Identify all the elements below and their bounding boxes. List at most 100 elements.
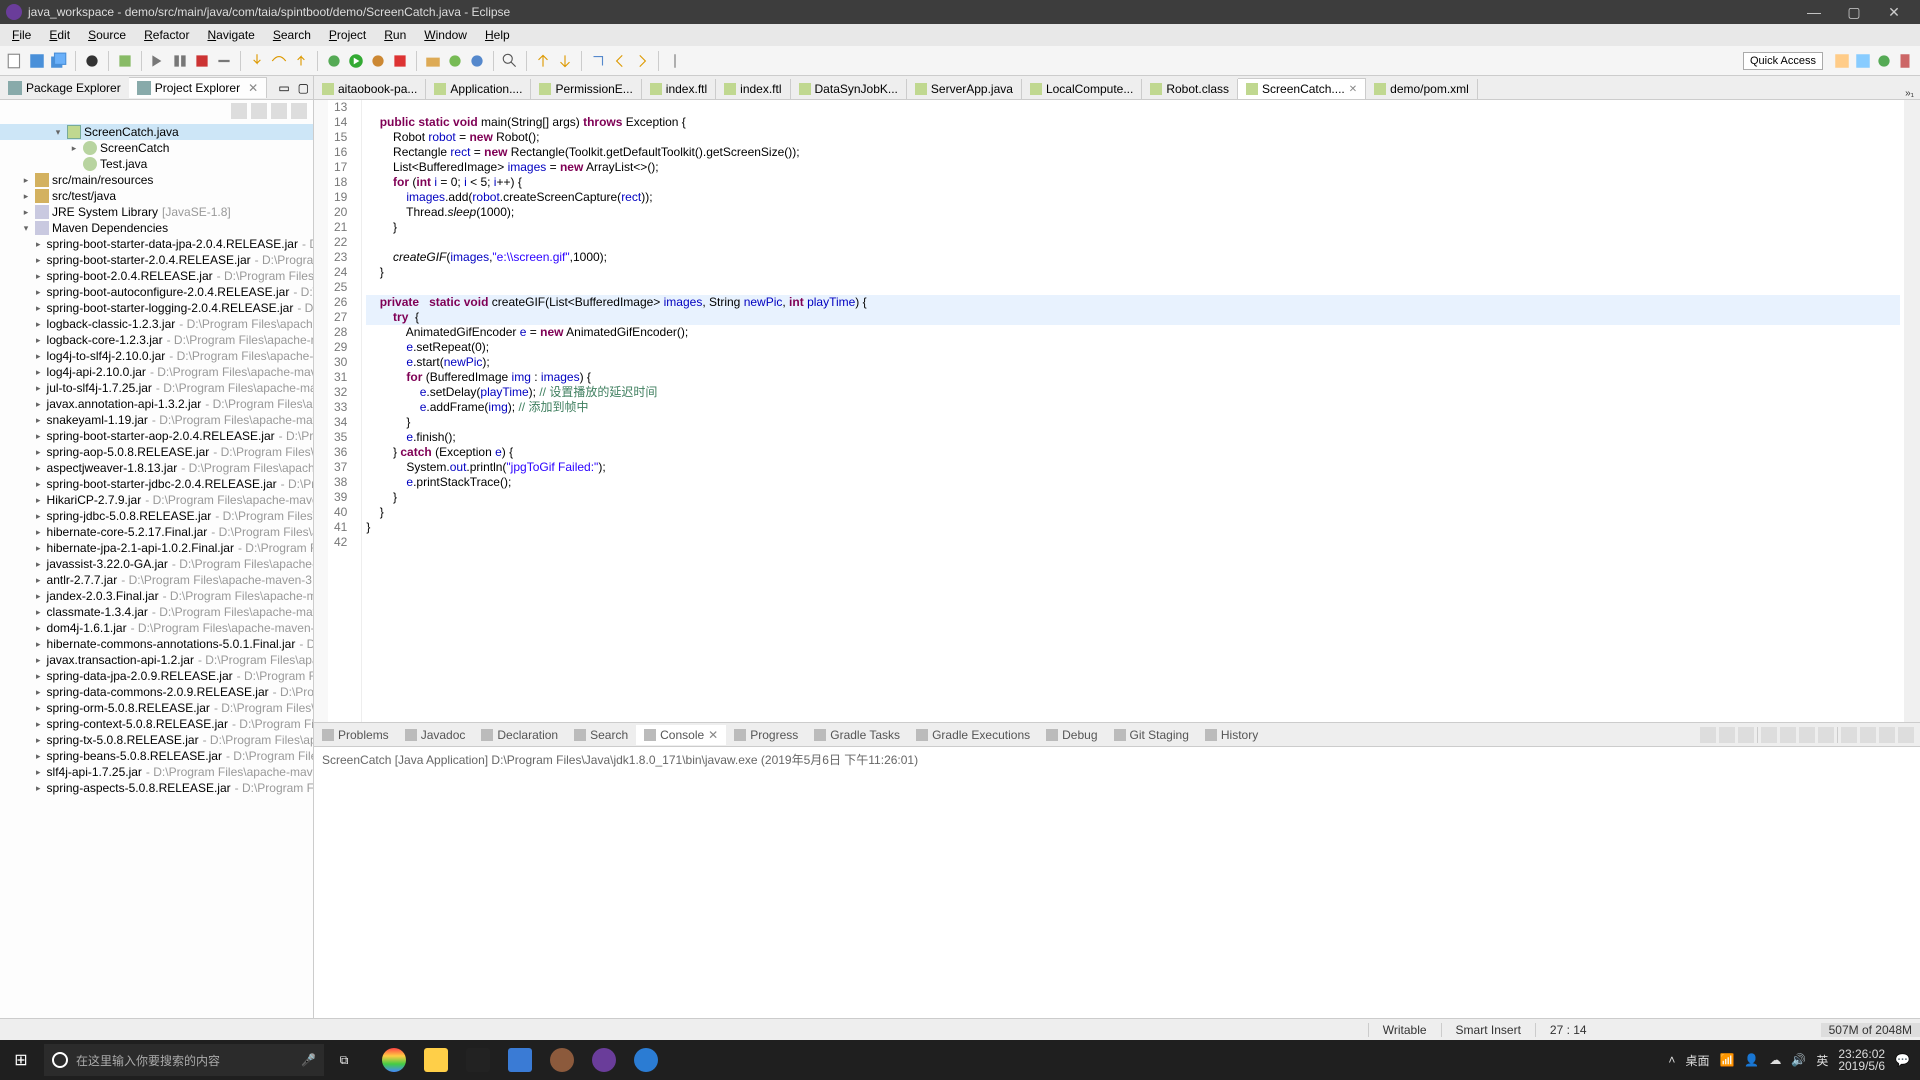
tree-item[interactable]: ▸spring-boot-autoconfigure-2.0.4.RELEASE… xyxy=(0,284,313,300)
close-icon[interactable]: ✕ xyxy=(1349,84,1357,95)
pin-icon[interactable] xyxy=(666,52,684,70)
quick-access[interactable]: Quick Access xyxy=(1743,52,1823,70)
minimize-view-icon[interactable]: ▭ xyxy=(274,81,293,95)
tree-item[interactable]: ▸log4j-to-slf4j-2.10.0.jar- D:\Program F… xyxy=(0,348,313,364)
ie-icon[interactable] xyxy=(634,1048,658,1072)
skip-icon[interactable] xyxy=(149,52,167,70)
menu-navigate[interactable]: Navigate xyxy=(199,26,262,44)
annotation-prev-icon[interactable] xyxy=(534,52,552,70)
bottom-tab-search[interactable]: Search xyxy=(566,725,636,745)
tree-item[interactable]: ▸spring-boot-2.0.4.RELEASE.jar- D:\Progr… xyxy=(0,268,313,284)
showconsole-icon[interactable] xyxy=(1818,727,1834,743)
open-perspective-icon[interactable] xyxy=(1833,52,1851,70)
tree-item[interactable]: ▸spring-orm-5.0.8.RELEASE.jar- D:\Progra… xyxy=(0,700,313,716)
project-tree[interactable]: ▾ScreenCatch.java▸ScreenCatchTest.java ▸s… xyxy=(0,122,313,1018)
toggle-icon[interactable] xyxy=(83,52,101,70)
tree-item[interactable]: ▸snakeyaml-1.19.jar- D:\Program Files\ap… xyxy=(0,412,313,428)
tree-item[interactable]: ▸logback-classic-1.2.3.jar- D:\Program F… xyxy=(0,316,313,332)
bottom-tab-declaration[interactable]: Declaration xyxy=(473,725,566,745)
pin-icon[interactable] xyxy=(1841,727,1857,743)
close-icon[interactable]: ✕ xyxy=(248,81,258,95)
maximize-view-icon[interactable]: ▢ xyxy=(294,81,313,95)
tree-item[interactable]: ▸slf4j-api-1.7.25.jar- D:\Program Files\… xyxy=(0,764,313,780)
tree-item[interactable]: ▸hibernate-jpa-2.1-api-1.0.2.Final.jar- … xyxy=(0,540,313,556)
java-perspective-icon[interactable] xyxy=(1854,52,1872,70)
tree-item[interactable]: ▾Maven Dependencies xyxy=(0,220,313,236)
tree-item[interactable]: ▾ScreenCatch.java xyxy=(0,124,313,140)
search-icon[interactable] xyxy=(501,52,519,70)
mic-icon[interactable]: 🎤 xyxy=(301,1053,316,1067)
bottom-tab-problems[interactable]: Problems xyxy=(314,725,397,745)
tree-item[interactable]: ▸antlr-2.7.7.jar- D:\Program Files\apach… xyxy=(0,572,313,588)
remove-icon[interactable] xyxy=(1719,727,1735,743)
explorer-icon[interactable] xyxy=(424,1048,448,1072)
project-explorer-tab[interactable]: Project Explorer✕ xyxy=(129,77,267,98)
view-menu-icon[interactable] xyxy=(291,103,307,119)
tray-desktop[interactable]: 桌面 xyxy=(1685,1052,1709,1069)
clear-icon[interactable] xyxy=(1761,727,1777,743)
bottom-tab-gradle-executions[interactable]: Gradle Executions xyxy=(908,725,1038,745)
menu-refactor[interactable]: Refactor xyxy=(136,26,197,44)
tree-item[interactable]: ▸spring-beans-5.0.8.RELEASE.jar- D:\Prog… xyxy=(0,748,313,764)
maximize-button[interactable]: ▢ xyxy=(1834,4,1874,21)
taskview-icon[interactable]: ⧉ xyxy=(324,1053,364,1068)
show-hidden-icon[interactable]: ˄ xyxy=(1668,1053,1675,1067)
tree-item[interactable]: ▸spring-context-5.0.8.RELEASE.jar- D:\Pr… xyxy=(0,716,313,732)
removeall-icon[interactable] xyxy=(1738,727,1754,743)
tree-item[interactable]: ▸ScreenCatch xyxy=(0,140,313,156)
run-icon[interactable] xyxy=(347,52,365,70)
stepover-icon[interactable] xyxy=(270,52,288,70)
min-icon[interactable] xyxy=(1879,727,1895,743)
tree-item[interactable]: ▸dom4j-1.6.1.jar- D:\Program Files\apach… xyxy=(0,620,313,636)
newpkg-icon[interactable] xyxy=(424,52,442,70)
menu-run[interactable]: Run xyxy=(376,26,414,44)
bottom-tab-history[interactable]: History xyxy=(1197,725,1266,745)
tree-item[interactable]: ▸jandex-2.0.3.Final.jar- D:\Program File… xyxy=(0,588,313,604)
taskbar-clock[interactable]: 23:26:02 2019/5/6 xyxy=(1838,1048,1885,1072)
tree-item[interactable]: ▸classmate-1.3.4.jar- D:\Program Files\a… xyxy=(0,604,313,620)
editor-tab[interactable]: index.ftl xyxy=(642,79,716,99)
menu-edit[interactable]: Edit xyxy=(41,26,78,44)
tree-item[interactable]: ▸JRE System Library[JavaSE-1.8] xyxy=(0,204,313,220)
new-icon[interactable] xyxy=(6,52,24,70)
display-icon[interactable] xyxy=(1860,727,1876,743)
editor-tab[interactable]: Application.... xyxy=(426,79,531,99)
console-view[interactable]: ScreenCatch [Java Application] D:\Progra… xyxy=(314,747,1920,1018)
stop-icon[interactable] xyxy=(193,52,211,70)
tree-item[interactable]: ▸spring-boot-starter-logging-2.0.4.RELEA… xyxy=(0,300,313,316)
bottom-tab-console[interactable]: Console ✕ xyxy=(636,725,726,745)
back-icon[interactable] xyxy=(611,52,629,70)
tree-item[interactable]: ▸spring-boot-starter-2.0.4.RELEASE.jar- … xyxy=(0,252,313,268)
tree-item[interactable]: ▸spring-boot-starter-data-jpa-2.0.4.RELE… xyxy=(0,236,313,252)
menu-window[interactable]: Window xyxy=(416,26,475,44)
people-icon[interactable]: 👤 xyxy=(1744,1053,1759,1067)
tree-item[interactable]: ▸spring-aop-5.0.8.RELEASE.jar- D:\Progra… xyxy=(0,444,313,460)
code-editor[interactable]: 1314151617181920212223242526272829303132… xyxy=(314,100,1920,722)
terminal-icon[interactable] xyxy=(466,1048,490,1072)
editor-tab[interactable]: DataSynJobK... xyxy=(791,79,907,99)
ext-icon[interactable] xyxy=(391,52,409,70)
onedrive-icon[interactable]: ☁ xyxy=(1769,1053,1781,1067)
coverage-icon[interactable] xyxy=(369,52,387,70)
network-icon[interactable]: 📶 xyxy=(1719,1053,1734,1067)
editor-tab[interactable]: Robot.class xyxy=(1142,79,1238,99)
tree-item[interactable]: ▸spring-data-jpa-2.0.9.RELEASE.jar- D:\P… xyxy=(0,668,313,684)
link-editor-icon[interactable] xyxy=(251,103,267,119)
tree-item[interactable]: ▸HikariCP-2.7.9.jar- D:\Program Files\ap… xyxy=(0,492,313,508)
tree-item[interactable]: Test.java xyxy=(0,156,313,172)
editor-tab[interactable]: LocalCompute... xyxy=(1022,79,1142,99)
bottom-tab-javadoc[interactable]: Javadoc xyxy=(397,725,474,745)
scroll-icon[interactable] xyxy=(1799,727,1815,743)
tree-item[interactable]: ▸spring-aspects-5.0.8.RELEASE.jar- D:\Pr… xyxy=(0,780,313,796)
forward-icon[interactable] xyxy=(633,52,651,70)
lastpos-icon[interactable] xyxy=(589,52,607,70)
more-tabs[interactable]: »₁ xyxy=(1899,88,1920,99)
tree-item[interactable]: ▸hibernate-commons-annotations-5.0.1.Fin… xyxy=(0,636,313,652)
editor-tab[interactable]: index.ftl xyxy=(716,79,790,99)
disconnect-icon[interactable] xyxy=(215,52,233,70)
filter-icon[interactable] xyxy=(271,103,287,119)
tree-item[interactable]: ▸hibernate-core-5.2.17.Final.jar- D:\Pro… xyxy=(0,524,313,540)
build-icon[interactable] xyxy=(116,52,134,70)
volume-icon[interactable]: 🔊 xyxy=(1791,1053,1806,1067)
tree-item[interactable]: ▸spring-boot-starter-jdbc-2.0.4.RELEASE.… xyxy=(0,476,313,492)
